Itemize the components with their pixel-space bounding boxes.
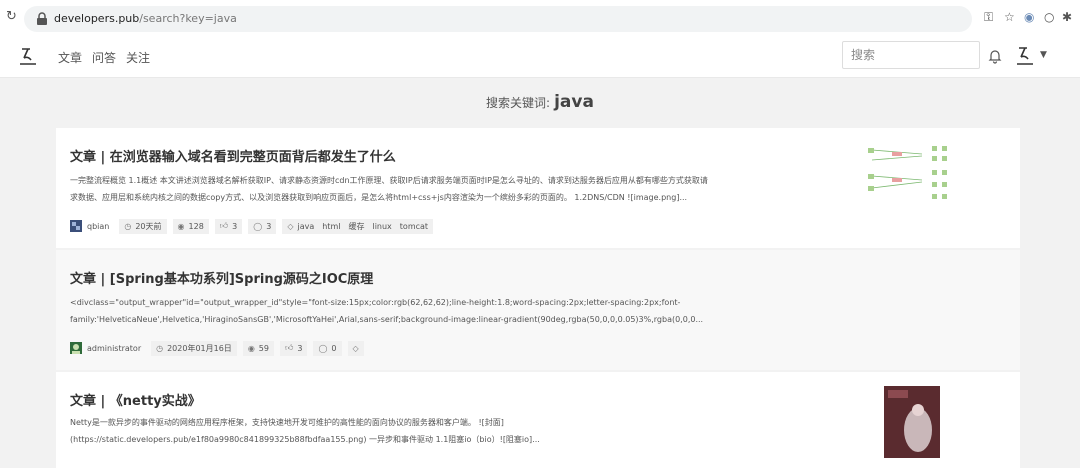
logo-icon[interactable] [18,46,38,68]
result-thumbnail[interactable] [884,386,940,458]
url-text: developers.pub/search?key=java [54,12,237,25]
tag-link[interactable]: java [297,222,314,231]
tag-link[interactable]: tomcat [400,222,428,231]
bell-icon[interactable] [988,48,1002,64]
comment-icon: ◯ [253,221,263,231]
views-badge: ◉ 59 [242,340,274,356]
comments-badge[interactable]: ◯ 0 [313,340,342,356]
comment-icon: ◯ [318,343,328,353]
result-snippet-line: family:'HelveticaNeue',Helvetica,'Hiragi… [70,315,704,324]
tags-badge: ◇ [347,340,364,356]
user-avatar-icon[interactable] [70,220,82,232]
search-keyword-label: 搜索关键词: [486,96,551,110]
comments-badge[interactable]: ◯ 3 [248,218,277,234]
address-bar[interactable]: developers.pub/search?key=java [24,6,972,32]
clock-icon: ◷ [156,343,164,353]
key-icon[interactable]: ⚿ [984,10,993,25]
result-snippet-line: Netty是一款异步的事件驱动的网络应用程序框架，支持快速地开发可维护的高性能的… [70,418,504,427]
nav-following[interactable]: 关注 [126,49,150,66]
result-title[interactable]: 文章 | 在浏览器输入域名看到完整页面背后都发生了什么 [70,146,396,165]
tag-icon: ◇ [287,221,294,231]
tags-badge: ◇ java html 缓存 linux tomcat [282,218,434,234]
tag-link[interactable]: html [322,222,340,231]
result-card[interactable]: 文章 | 《netty实战》 Netty是一款异步的事件驱动的网络应用程序框架，… [56,372,1020,468]
result-title[interactable]: 文章 | 《netty实战》 [70,390,201,409]
site-header: 文章 问答 关注 ▼ [0,38,1080,78]
likes-badge[interactable]: 👍︎ 3 [214,218,243,234]
extension-circle-icon[interactable]: ○ [1044,10,1054,24]
result-card[interactable]: 文章 | [Spring基本功系列]Spring源码之IOC原理 <divcla… [56,250,1020,370]
nav-questions[interactable]: 问答 [92,49,116,66]
result-snippet-line: (https://static.developers.pub/e1f80a998… [70,435,540,444]
result-title[interactable]: 文章 | [Spring基本功系列]Spring源码之IOC原理 [70,268,373,287]
result-snippet-line: 一完整流程概览 1.1概述 本文讲述浏览器域名解析获取IP、请求静态资源时cdn… [70,176,708,185]
eye-icon: ◉ [247,343,255,353]
search-results-area: 搜索关键词: java 文章 | 在浏览器输入域名看到完整页面背后都发生了什么 一… [0,78,1080,468]
likes-badge[interactable]: 👍︎ 3 [279,340,308,356]
eye-icon: ◉ [177,221,185,231]
author-name[interactable]: administrator [87,344,141,353]
tag-icon: ◇ [352,343,359,353]
thumbs-up-icon: 👍︎ [219,221,229,230]
reload-icon[interactable]: ↻ [6,9,17,24]
tag-link[interactable]: 缓存 [348,221,364,232]
chevron-down-icon[interactable]: ▼ [1040,50,1047,60]
time-badge: ◷ 2020年01月16日 [151,340,237,356]
search-keyword-value: java [554,92,594,112]
result-snippet-line: <divclass="output_wrapper"id="output_wra… [70,298,681,307]
result-card[interactable]: 文章 | 在浏览器输入域名看到完整页面背后都发生了什么 一完整流程概览 1.1概… [56,128,1020,248]
result-meta: qbian ◷ 20天前 ◉ 128 👍︎ 3 ◯ 3 ◇ java html 缓存 l… [70,218,439,234]
author-name[interactable]: qbian [87,222,109,231]
star-icon[interactable]: ☆ [1004,10,1015,24]
thumbs-up-icon: 👍︎ [284,343,294,352]
puzzle-icon[interactable]: ✱ [1062,10,1072,24]
search-input[interactable] [842,41,980,69]
tag-link[interactable]: linux [372,222,391,231]
extension-icon[interactable]: ◉ [1024,10,1034,24]
clock-icon: ◷ [124,221,132,231]
views-badge: ◉ 128 [172,218,209,234]
user-avatar-icon[interactable] [70,342,82,354]
avatar[interactable] [1014,45,1036,67]
time-badge: ◷ 20天前 [119,218,167,234]
result-meta: administrator ◷ 2020年01月16日 ◉ 59 👍︎ 3 ◯ 0 ◇ [70,340,370,356]
lock-icon [37,12,47,25]
browser-toolbar: ↻ developers.pub/search?key=java ⚿ ☆ ◉ ○… [0,0,1080,38]
nav-articles[interactable]: 文章 [58,49,82,66]
result-thumbnail[interactable] [862,140,962,206]
result-snippet-line: 求数据、应用层和系统内核之间的数据copy方式、以及浏览器获取到响应页面后，是怎… [70,193,688,202]
search-keyword-heading: 搜索关键词: java [0,92,1080,112]
